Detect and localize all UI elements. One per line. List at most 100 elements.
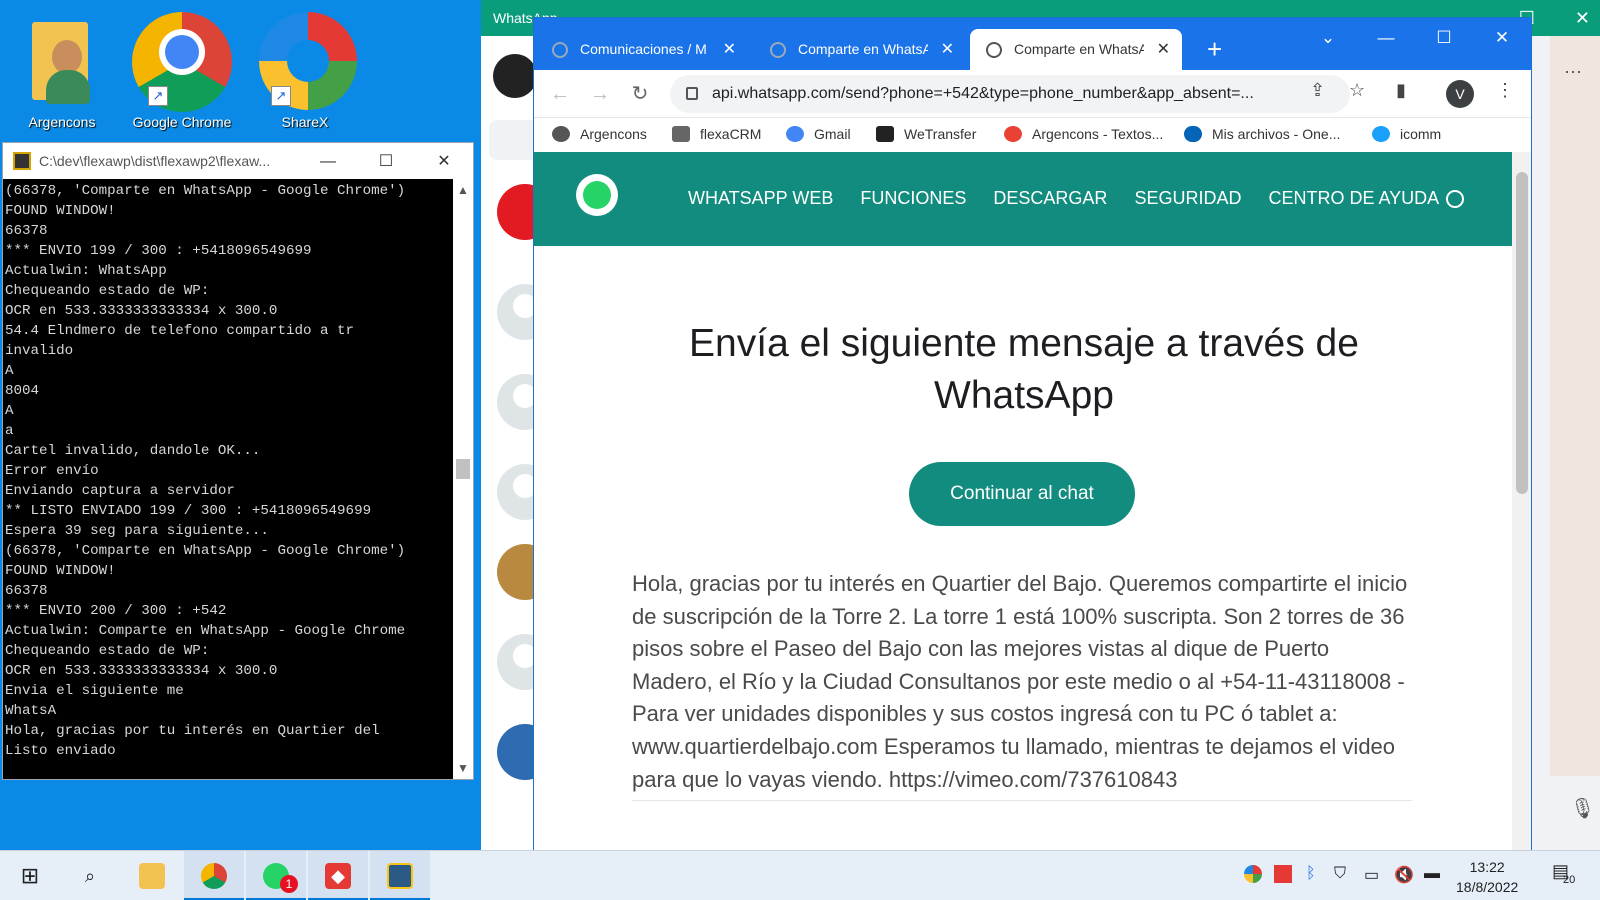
tab-comunicaciones[interactable]: Comunicaciones / M ✕	[536, 29, 748, 70]
whatsapp-chat-list	[481, 36, 553, 850]
nav-whatsapp-web[interactable]: WHATSAPP WEB	[688, 188, 833, 208]
nav-descargar[interactable]: DESCARGAR	[993, 188, 1107, 208]
bluetooth-icon[interactable]: ᛒ	[1306, 865, 1316, 883]
whatsapp-chat-pane: ⋯ 🎙	[1550, 36, 1600, 820]
notifications-count: 20	[1563, 874, 1576, 886]
taskbar-python-console[interactable]	[370, 851, 430, 900]
forward-icon[interactable]: →	[586, 80, 614, 108]
chrome-menu-icon[interactable]: ⋮	[1496, 80, 1514, 101]
maximize-icon[interactable]: ☐	[1415, 18, 1473, 58]
notifications-icon[interactable]: ▤20	[1552, 861, 1581, 886]
continue-to-chat-button[interactable]: Continuar al chat	[909, 462, 1135, 526]
scroll-up-icon[interactable]: ▲	[453, 183, 473, 197]
security-shield-icon[interactable]: ⛉	[1334, 865, 1346, 883]
bookmark-star-icon[interactable]: ☆	[1349, 80, 1365, 101]
bookmark-argencons-textos[interactable]: Argencons - Textos...	[1004, 126, 1163, 142]
bookmark-label: Argencons - Textos...	[1032, 126, 1164, 142]
maximize-icon[interactable]: ☐	[357, 144, 415, 180]
globe-icon	[770, 42, 786, 58]
tab-label: Comparte en WhatsA	[798, 41, 928, 57]
console-window-controls: — ☐ ✕	[299, 143, 473, 180]
minimize-icon[interactable]: —	[1357, 18, 1415, 58]
back-icon[interactable]: ←	[546, 80, 574, 108]
bookmark-label: WeTransfer	[904, 126, 977, 142]
close-tab-icon[interactable]: ✕	[723, 29, 736, 70]
share-icon[interactable]: ⇪	[1310, 80, 1325, 101]
taskbar-file-explorer[interactable]	[122, 851, 182, 900]
reload-icon[interactable]: ↻	[626, 80, 654, 108]
globe-icon	[552, 126, 570, 142]
desktop-icon-google-chrome[interactable]: ↗ Google Chrome	[132, 10, 232, 130]
address-bar[interactable]: api.whatsapp.com/send?phone=+542&type=ph…	[670, 75, 1350, 113]
globe-icon	[552, 42, 568, 58]
close-icon[interactable]: ✕	[415, 144, 473, 180]
taskbar-chrome[interactable]	[184, 851, 244, 900]
side-panel-icon[interactable]: ▮	[1396, 80, 1406, 101]
tab-search-icon[interactable]: ⌄	[1299, 18, 1357, 58]
nav-funciones[interactable]: FUNCIONES	[860, 188, 966, 208]
taskbar-anydesk[interactable]: ◆	[308, 851, 368, 900]
anydesk-icon: ◆	[325, 863, 351, 889]
bookmark-gmail[interactable]: Gmail	[786, 126, 851, 142]
page-title: Envía el siguiente mensaje a través de W…	[689, 322, 1359, 417]
microphone-icon[interactable]: 🎙	[1570, 796, 1595, 821]
scroll-thumb[interactable]	[456, 459, 470, 479]
start-button[interactable]: ⊞	[0, 851, 60, 900]
python-icon	[387, 863, 413, 889]
site-header: WHATSAPP WEB FUNCIONES DESCARGAR SEGURID…	[534, 152, 1514, 246]
minimize-icon[interactable]: —	[299, 144, 357, 180]
sharex-icon: ↗	[259, 10, 357, 110]
bookmark-label: Mis archivos - One...	[1212, 126, 1341, 142]
profile-avatar[interactable]: V	[1446, 80, 1474, 108]
bookmark-argencons[interactable]: Argencons	[552, 126, 647, 142]
console-titlebar[interactable]: C:\dev\flexawp\dist\flexawp2\flexaw... —…	[3, 143, 473, 179]
network-icon[interactable]: ▭	[1364, 865, 1379, 885]
shortcut-arrow-icon: ↗	[271, 86, 291, 106]
scroll-thumb[interactable]	[1516, 172, 1528, 494]
close-tab-icon[interactable]: ✕	[1157, 29, 1170, 70]
desktop-icon-sharex[interactable]: ↗ ShareX	[255, 10, 357, 130]
asana-icon	[1004, 126, 1022, 142]
taskbar: ⊞ ⌕ 1 ◆ ᛒ ⛉ ▭ 🔇 ▬ 13:22 18/8/2022 ▤20	[0, 850, 1600, 900]
chrome-window: Comunicaciones / M ✕ Comparte en WhatsA …	[533, 17, 1532, 851]
python-console-icon	[13, 152, 31, 170]
system-clock[interactable]: 13:22 18/8/2022	[1456, 857, 1518, 897]
url-text: api.whatsapp.com/send?phone=+542&type=ph…	[712, 85, 1254, 102]
nav-centro-de-ayuda[interactable]: CENTRO DE AYUDA	[1268, 188, 1439, 208]
console-scrollbar[interactable]: ▲ ▼	[453, 179, 473, 779]
windows-icon: ⊞	[20, 863, 40, 888]
anydesk-tray-icon[interactable]	[1274, 865, 1292, 883]
bookmark-wetransfer[interactable]: WeTransfer	[876, 126, 976, 142]
page-scrollbar[interactable]	[1512, 152, 1531, 851]
taskbar-search[interactable]: ⌕	[60, 851, 120, 900]
chrome-toolbar: ← → ↻ api.whatsapp.com/send?phone=+542&t…	[534, 70, 1531, 118]
volume-muted-icon[interactable]: 🔇	[1394, 865, 1414, 885]
close-icon[interactable]: ✕	[1575, 8, 1590, 28]
menu-dots-icon[interactable]: ⋯	[1564, 62, 1582, 83]
profile-avatar[interactable]	[493, 54, 537, 98]
whatsapp-logo-icon[interactable]	[576, 174, 618, 216]
bookmark-label: flexaCRM	[700, 126, 762, 142]
taskbar-whatsapp[interactable]: 1	[246, 851, 306, 900]
bookmark-icomm[interactable]: icomm	[1372, 126, 1441, 142]
language-globe-icon[interactable]	[1446, 190, 1464, 208]
bookmark-label: Gmail	[814, 126, 851, 142]
tab-comparte-active[interactable]: Comparte en WhatsA ✕	[970, 29, 1182, 70]
close-icon[interactable]: ✕	[1473, 18, 1531, 58]
scroll-down-icon[interactable]: ▼	[453, 761, 473, 775]
desktop-icon-label: ShareX	[281, 114, 329, 130]
bookmark-flexacrm[interactable]: flexaCRM	[672, 126, 761, 142]
bookmark-onedrive[interactable]: Mis archivos - One...	[1184, 126, 1340, 142]
desktop-icon-argencons[interactable]: Argencons	[12, 10, 112, 130]
new-tab-button[interactable]: +	[1207, 31, 1222, 67]
chrome-window-controls: ⌄ — ☐ ✕	[1299, 18, 1531, 58]
close-tab-icon[interactable]: ✕	[941, 29, 954, 70]
sharex-tray-icon[interactable]	[1244, 865, 1262, 883]
battery-icon[interactable]: ▬	[1424, 865, 1440, 883]
unread-badge: 1	[280, 875, 298, 893]
folder-icon	[139, 863, 165, 889]
tab-comparte-1[interactable]: Comparte en WhatsA ✕	[754, 29, 966, 70]
lock-icon	[686, 87, 698, 100]
clock-time: 13:22	[1469, 859, 1505, 875]
nav-seguridad[interactable]: SEGURIDAD	[1134, 188, 1241, 208]
